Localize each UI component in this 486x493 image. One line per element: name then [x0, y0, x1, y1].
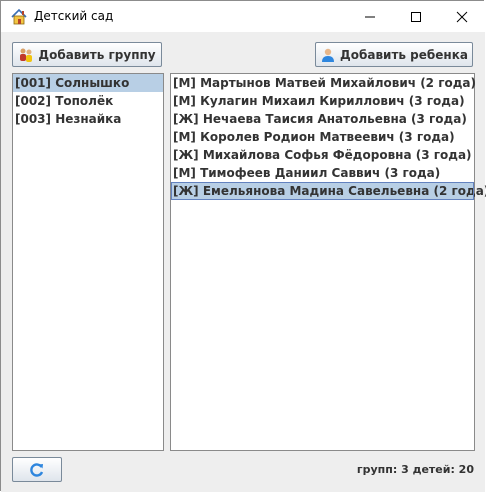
minimize-button[interactable] [347, 1, 393, 32]
group-item[interactable]: [001] Солнышко [13, 74, 163, 92]
group-item[interactable]: [003] Незнайка [13, 110, 163, 128]
window-title: Детский сад [34, 9, 114, 23]
app-window: Детский сад Добавить группу Добавить реб… [0, 0, 486, 492]
group-item[interactable]: [002] Тополёк [13, 92, 163, 110]
user-icon [320, 47, 336, 63]
close-button[interactable] [439, 1, 485, 32]
close-icon [456, 11, 468, 22]
groups-list[interactable]: [001] Солнышко [002] Тополёк [003] Незна… [12, 73, 164, 451]
refresh-button[interactable] [12, 457, 62, 482]
child-item[interactable]: [М] Королев Родион Матвеевич (3 года) [171, 128, 474, 146]
status-text: групп: 3 детей: 20 [356, 463, 474, 476]
children-list[interactable]: [М] Мартынов Матвей Михайлович (2 года) … [170, 73, 486, 451]
title-bar: Детский сад [1, 1, 485, 32]
add-group-button[interactable]: Добавить группу [12, 42, 162, 67]
child-item[interactable]: [М] Тимофеев Даниил Саввич (3 года) [171, 164, 474, 182]
house-icon [10, 8, 28, 26]
add-group-label: Добавить группу [38, 47, 156, 62]
child-item[interactable]: [Ж] Емельянова Мадина Савельевна (2 года… [171, 182, 486, 200]
add-child-label: Добавить ребенка [340, 47, 468, 62]
child-item[interactable]: [Ж] Нечаева Таисия Анатольевна (3 года) [171, 110, 474, 128]
minimize-icon [365, 16, 375, 17]
add-child-button[interactable]: Добавить ребенка [315, 42, 473, 67]
child-item[interactable]: [М] Кулагин Михаил Кириллович (3 года) [171, 92, 474, 110]
child-item[interactable]: [Ж] Михайлова Софья Фёдоровна (3 года) [171, 146, 474, 164]
refresh-icon [28, 461, 46, 479]
maximize-button[interactable] [393, 1, 439, 32]
group-icon [18, 47, 34, 63]
main-content: Добавить группу Добавить ребенка [001] С… [1, 32, 486, 492]
maximize-icon [411, 11, 421, 22]
child-item[interactable]: [М] Мартынов Матвей Михайлович (2 года) [171, 74, 476, 92]
